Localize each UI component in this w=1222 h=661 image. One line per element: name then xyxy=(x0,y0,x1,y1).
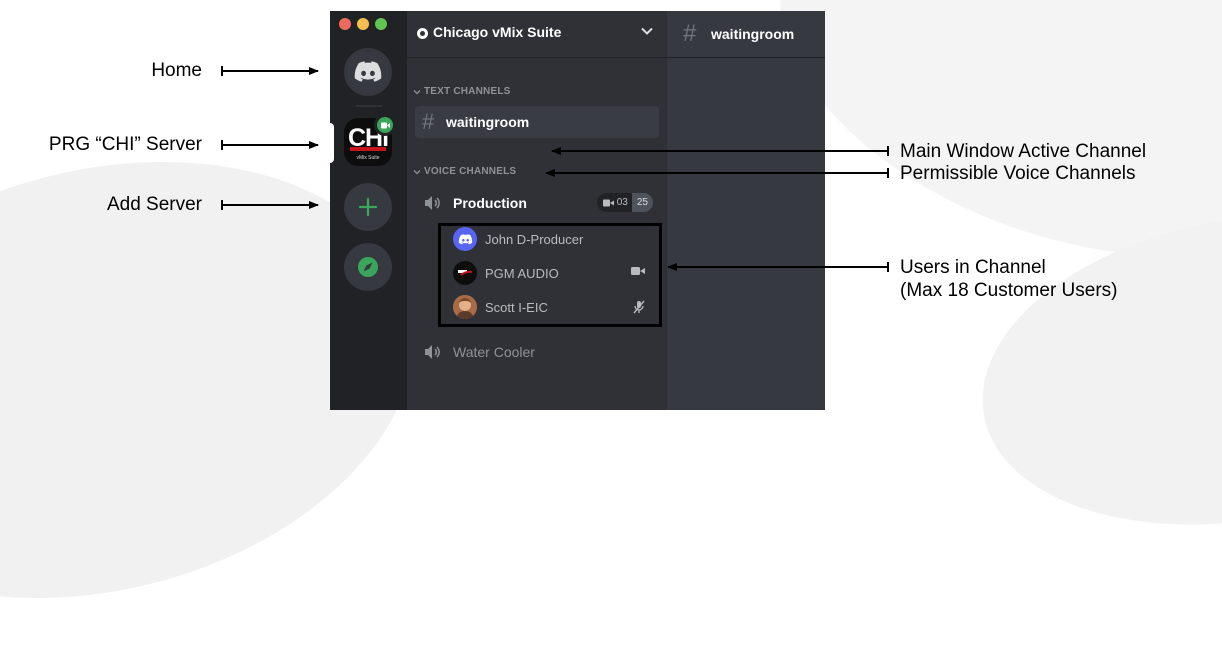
annotation-prg-server: PRG “CHI” Server xyxy=(48,134,202,155)
annotation-main-window: Main Window Active Channel xyxy=(900,141,1147,162)
annotation-home: Home xyxy=(151,60,202,81)
annotation-permissible-voice: Permissible Voice Channels xyxy=(900,163,1136,184)
annotation-users-in-channel: Users in Channel xyxy=(900,257,1046,278)
annotation-max-users: (Max 18 Customer Users) xyxy=(900,280,1118,301)
annotation-add-server: Add Server xyxy=(106,194,202,215)
